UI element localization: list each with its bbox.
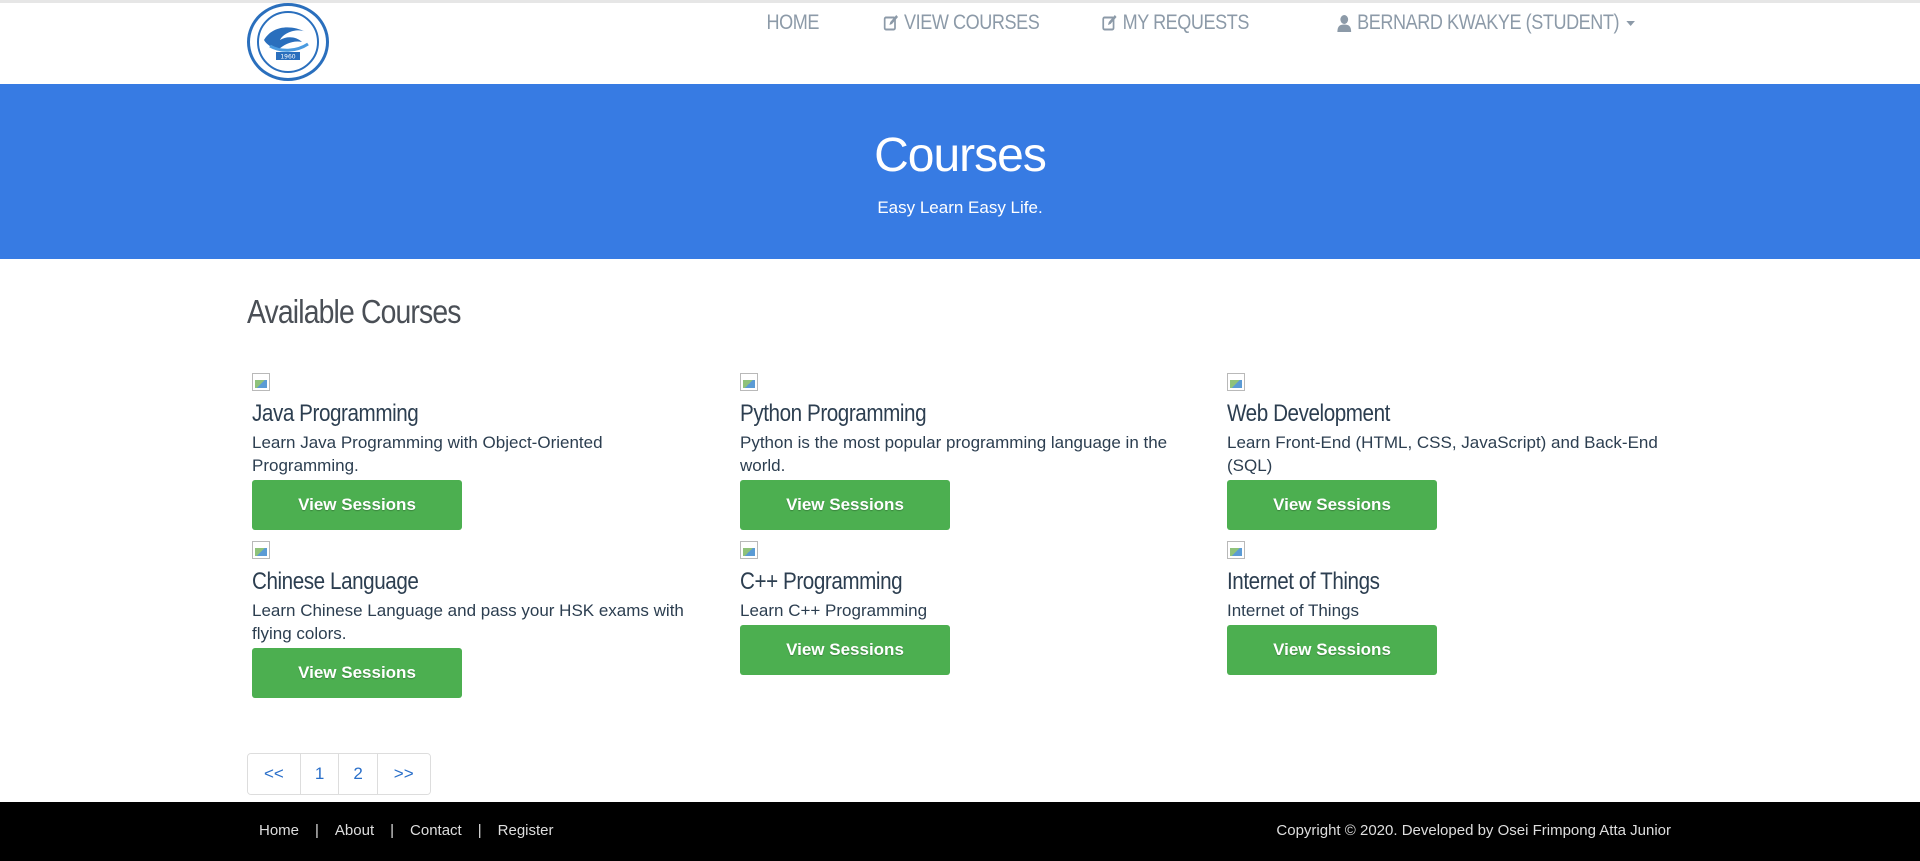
nav-home-label: HOME [766, 11, 820, 34]
course-image [1227, 541, 1245, 559]
page-title: Courses [874, 129, 1047, 182]
svg-text:1960: 1960 [280, 54, 295, 61]
course-title: Java Programming [252, 400, 419, 427]
footer: Home | About | Contact | Register Copyri… [0, 802, 1920, 861]
course-title: Python Programming [740, 400, 927, 427]
copyright-text: Copyright © 2020. Developed by Osei Frim… [1276, 822, 1671, 839]
footer-link-home[interactable]: Home [259, 822, 299, 839]
nav-my-requests-label: MY REQUESTS [1122, 11, 1250, 34]
course-card: Chinese Language Learn Chinese Language … [247, 541, 707, 698]
course-card: Java Programming Learn Java Programming … [247, 373, 707, 530]
main-nav: HOME VIEW COURSES MY REQUESTS BERNARD KW… [720, 7, 1635, 39]
nav-user-label: BERNARD KWAKYE (STUDENT) [1357, 11, 1620, 34]
pagination-prev[interactable]: << [248, 754, 300, 794]
pagination-page-1[interactable]: 1 [299, 754, 339, 794]
footer-link-register[interactable]: Register [498, 822, 554, 839]
pagination: << 1 2 >> [247, 753, 431, 795]
navbar: 1960 HOME VIEW COURSES MY REQUESTS BERNA… [0, 0, 1920, 84]
pagination-next[interactable]: >> [376, 754, 430, 794]
course-image [252, 373, 270, 391]
course-card: Web Development Learn Front-End (HTML, C… [1222, 373, 1682, 530]
nav-my-requests[interactable]: MY REQUESTS [1101, 11, 1250, 35]
course-description: Learn Chinese Language and pass your HSK… [252, 601, 684, 643]
course-description: Learn Java Programming with Object-Orien… [252, 433, 603, 475]
edit-icon [1101, 13, 1118, 33]
course-card: Internet of Things Internet of Things Vi… [1222, 541, 1682, 675]
page-subtitle: Easy Learn Easy Life. [877, 198, 1043, 217]
view-sessions-button[interactable]: View Sessions [1227, 480, 1437, 530]
course-image [740, 373, 758, 391]
view-sessions-button[interactable]: View Sessions [252, 480, 462, 530]
edit-icon [883, 13, 900, 33]
view-sessions-button[interactable]: View Sessions [252, 648, 462, 698]
footer-link-contact[interactable]: Contact [410, 822, 462, 839]
course-card: Python Programming Python is the most po… [735, 373, 1195, 530]
course-description: Internet of Things [1227, 601, 1359, 620]
course-image [1227, 373, 1245, 391]
chevron-down-icon [1626, 20, 1635, 26]
nav-user-menu[interactable]: BERNARD KWAKYE (STUDENT) [1336, 11, 1635, 35]
user-icon [1336, 13, 1353, 33]
course-title: C++ Programming [740, 568, 903, 595]
course-description: Python is the most popular programming l… [740, 433, 1168, 475]
course-description: Learn C++ Programming [740, 601, 928, 620]
school-logo[interactable]: 1960 [247, 3, 329, 81]
hero-banner: Courses Easy Learn Easy Life. [0, 84, 1920, 259]
course-image [740, 541, 758, 559]
course-card: C++ Programming Learn C++ Programming Vi… [735, 541, 1195, 675]
footer-link-about[interactable]: About [335, 822, 374, 839]
course-title: Internet of Things [1227, 568, 1380, 595]
course-title: Chinese Language [252, 568, 419, 595]
nav-view-courses-label: VIEW COURSES [904, 11, 1040, 34]
course-description: Learn Front-End (HTML, CSS, JavaScript) … [1227, 433, 1658, 475]
view-sessions-button[interactable]: View Sessions [1227, 625, 1437, 675]
pagination-page-2[interactable]: 2 [338, 754, 377, 794]
footer-separator: | [315, 822, 319, 839]
view-sessions-button[interactable]: View Sessions [740, 480, 950, 530]
course-title: Web Development [1227, 400, 1390, 427]
footer-nav: Home | About | Contact | Register [259, 822, 554, 839]
footer-separator: | [390, 822, 395, 839]
nav-view-courses[interactable]: VIEW COURSES [883, 11, 1040, 35]
footer-separator: | [477, 822, 482, 839]
nav-home[interactable]: HOME [766, 11, 820, 35]
section-title: Available Courses [247, 293, 461, 330]
course-image [252, 541, 270, 559]
view-sessions-button[interactable]: View Sessions [740, 625, 950, 675]
